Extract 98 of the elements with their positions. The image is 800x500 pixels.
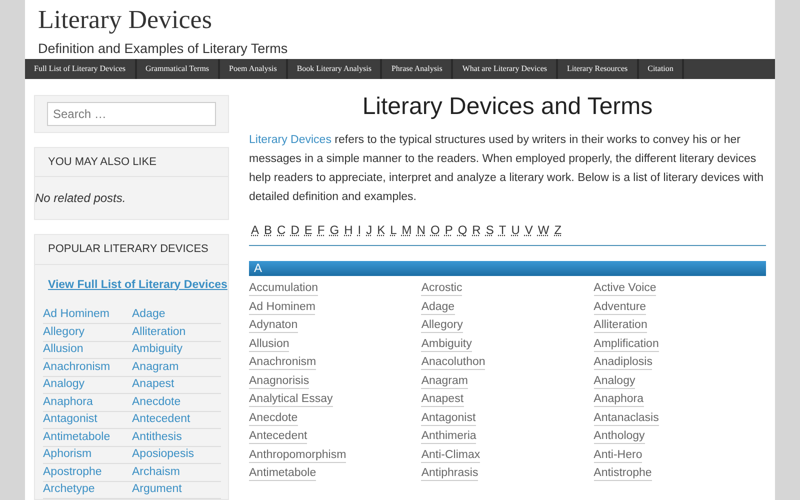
device-link[interactable]: Anagram [132,358,179,376]
nav-link[interactable]: Citation [638,59,684,78]
term-link[interactable]: Anapest [421,392,464,408]
nav-link[interactable]: Literary Resources [558,59,639,78]
term-link[interactable]: Anagram [421,374,468,389]
nav-link[interactable]: What are Literary Devices [453,59,558,78]
nav-link[interactable]: Poem Analysis [220,59,288,78]
device-link[interactable]: Alliteration [132,324,186,341]
device-link[interactable]: Argument [132,481,182,498]
intro-link[interactable]: Literary Devices [249,134,332,146]
letter-link[interactable]: T [498,220,506,238]
term-link[interactable]: Analytical Essay [249,392,333,408]
term-link[interactable]: Antistrophe [594,466,652,482]
term-link[interactable]: Anthropomorphism [249,448,346,463]
term-link[interactable]: Adage [421,300,455,315]
letter-link[interactable]: L [390,220,397,238]
letter-link[interactable]: K [377,220,386,238]
letter-link[interactable]: F [317,220,325,238]
term-link[interactable]: Allusion [249,336,290,352]
term-link[interactable]: Anecdote [249,410,298,426]
letter-link[interactable]: R [472,220,481,238]
letter-link[interactable]: M [402,220,412,238]
term-link[interactable]: Ad Hominem [249,300,316,315]
term-link[interactable]: Anadiplosis [594,355,652,370]
device-link[interactable]: Aphorism [43,446,92,464]
letter-link[interactable]: B [264,220,272,238]
widget-heading: POPULAR LITERARY DEVICES [35,235,228,264]
section-heading: A [249,260,766,276]
device-link[interactable]: Ad Hominem [43,306,110,324]
term-link[interactable]: Antecedent [249,429,308,444]
device-link[interactable]: Apostrophe [43,464,102,481]
letter-link[interactable]: G [330,220,340,238]
letter-link[interactable]: I [358,220,362,238]
device-link[interactable]: Anachronism [43,358,110,376]
letter-link[interactable]: E [304,220,312,238]
device-link[interactable]: Archaism [132,464,180,481]
search-field[interactable]: Search … [47,102,216,126]
letter-link[interactable]: D [290,220,300,238]
letter-link[interactable]: C [277,220,286,238]
device-link[interactable]: Allusion [43,341,84,358]
device-link[interactable]: Adage [132,306,166,324]
nav-link[interactable]: Book Literary Analysis [288,59,382,78]
device-link[interactable]: Antagonist [43,411,98,428]
term-link[interactable]: Active Voice [594,281,656,296]
device-link[interactable]: Antithesis [132,428,182,446]
letter-link[interactable]: U [511,220,520,238]
letter-link[interactable]: H [344,220,353,238]
term-link[interactable]: Allegory [421,318,463,334]
term-link[interactable]: Ambiguity [421,336,472,352]
term-link[interactable]: Anacoluthon [421,355,486,370]
term-link[interactable]: Anthology [594,429,645,444]
no-related-text: No related posts. [35,190,127,207]
device-link[interactable]: Aposiopesis [132,446,194,464]
letter-link[interactable]: Q [458,220,468,238]
term-link[interactable]: Antanaclasis [594,410,659,426]
term-link[interactable]: Alliteration [594,318,648,334]
term-link[interactable]: Amplification [594,336,659,352]
term-link[interactable]: Anagnorisis [249,374,310,389]
nav-link[interactable]: Grammatical Terms [136,59,220,78]
device-link[interactable]: Allegory [43,324,85,341]
term-link[interactable]: Anti-Hero [594,448,642,463]
device-link[interactable]: Archetype [43,481,95,498]
letter-link[interactable]: Z [554,220,562,238]
term-link[interactable]: Antimetabole [249,466,316,482]
device-link[interactable]: Antecedent [132,411,190,428]
page-heading: Literary Devices and Terms [361,92,654,120]
term-link[interactable]: Anaphora [594,392,644,408]
letter-link[interactable]: A [251,220,260,238]
full-list-link[interactable]: View Full List of Literary Devices [48,278,228,290]
letter-link[interactable]: W [538,220,550,238]
intro-paragraph: Literary Devices refers to the typical structures used by writers in their works to convey his or her messages in a simple manner to the readers. When employed properly, the different literary devices help readers to appreciate, interpret and analyze a literary work. Below is a list of literary devices with detailed definition and examples. [249,132,765,204]
device-link[interactable]: Antimetabole [43,428,110,446]
term-link[interactable]: Anthimeria [421,429,476,444]
device-link[interactable]: Anaphora [43,394,93,411]
device-link[interactable]: Analogy [43,376,85,394]
term-link[interactable]: Accumulation [249,281,318,296]
letter-link[interactable]: S [486,220,494,238]
term-link[interactable]: Antagonist [421,410,476,426]
nav-link[interactable]: Phrase Analysis [382,59,454,78]
device-link[interactable]: Anecdote [132,394,181,411]
term-link[interactable]: Acrostic [421,281,462,296]
site-title[interactable]: Literary Devices [38,5,762,35]
letter-link[interactable]: J [366,220,372,238]
term-link[interactable]: Anachronism [249,355,316,370]
device-link[interactable]: Ambiguity [132,341,182,358]
term-link[interactable]: Anti-Climax [421,448,480,463]
device-link[interactable]: Anapest [132,376,174,394]
term-link[interactable]: Analogy [594,374,636,389]
letter-link[interactable]: P [444,220,453,238]
term-link[interactable]: Adventure [594,300,646,315]
site-tagline: Definition and Examples of Literary Terms [38,40,289,58]
letter-link[interactable]: O [430,220,440,238]
term-link[interactable]: Antiphrasis [421,466,478,482]
term-link[interactable]: Adynaton [249,318,298,334]
letter-link[interactable]: V [524,220,533,238]
letter-link[interactable]: N [416,220,426,238]
nav-link[interactable]: Full List of Literary Devices [25,59,137,78]
widget-heading: YOU MAY ALSO LIKE [35,148,228,177]
